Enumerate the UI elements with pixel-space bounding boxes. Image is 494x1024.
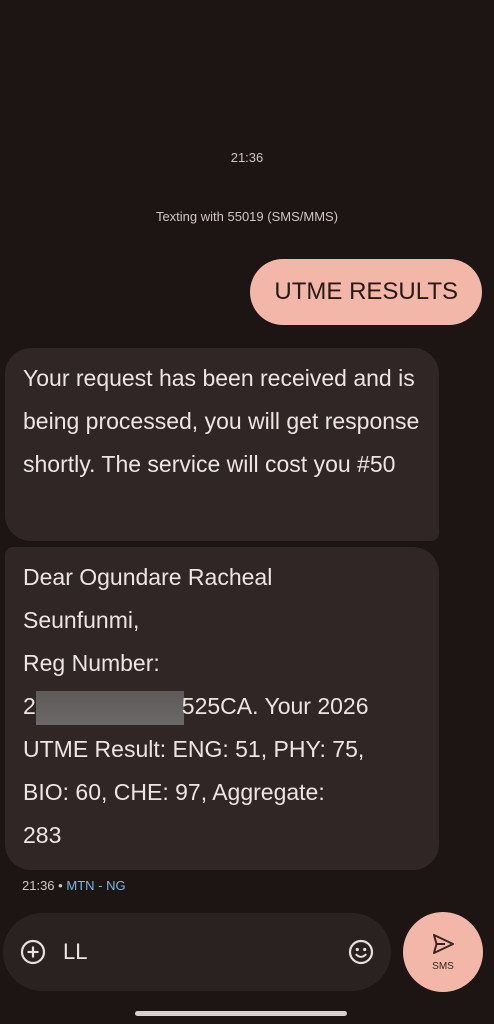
meta-separator: • bbox=[58, 878, 63, 893]
messaging-screen: 21:36 Texting with 55019 (SMS/MMS) UTME … bbox=[0, 0, 494, 1024]
reg-number-prefix: 2 bbox=[23, 693, 36, 719]
send-sms-button[interactable]: SMS bbox=[403, 912, 483, 992]
message-line: BIO: 60, CHE: 97, Aggregate: bbox=[23, 779, 325, 805]
message-time: 21:36 bbox=[22, 878, 55, 893]
reg-number-suffix: 525CA. Your 2026 bbox=[181, 693, 369, 719]
message-line: 283 bbox=[23, 822, 62, 848]
home-indicator[interactable] bbox=[135, 1011, 347, 1016]
incoming-message-bubble[interactable]: Your request has been received and is be… bbox=[5, 348, 439, 541]
compose-bar[interactable]: LL bbox=[3, 913, 391, 991]
message-line: Reg Number: bbox=[23, 650, 160, 676]
carrier-label: MTN - NG bbox=[66, 878, 126, 893]
send-button-label: SMS bbox=[432, 961, 454, 972]
add-circle-icon[interactable] bbox=[19, 938, 47, 966]
message-line-reg-number: 2 525CA. Your 2026 bbox=[23, 685, 421, 728]
message-line: Seunfunmi, bbox=[23, 607, 140, 633]
send-icon bbox=[433, 934, 454, 954]
message-input[interactable]: LL bbox=[63, 939, 87, 965]
message-line: Dear Ogundare Racheal bbox=[23, 564, 273, 590]
thread-info-label: Texting with 55019 (SMS/MMS) bbox=[155, 209, 339, 224]
redacted-block bbox=[35, 690, 184, 725]
message-line: UTME Result: ENG: 51, PHY: 75, bbox=[23, 736, 365, 762]
emoji-icon[interactable] bbox=[347, 938, 375, 966]
thread-timestamp: 21:36 bbox=[230, 150, 264, 165]
outgoing-message-bubble[interactable]: UTME RESULTS bbox=[250, 259, 482, 325]
incoming-result-message-bubble[interactable]: Dear Ogundare Racheal Seunfunmi, Reg Num… bbox=[5, 547, 439, 870]
message-meta: 21:36 • MTN - NG bbox=[22, 878, 126, 893]
